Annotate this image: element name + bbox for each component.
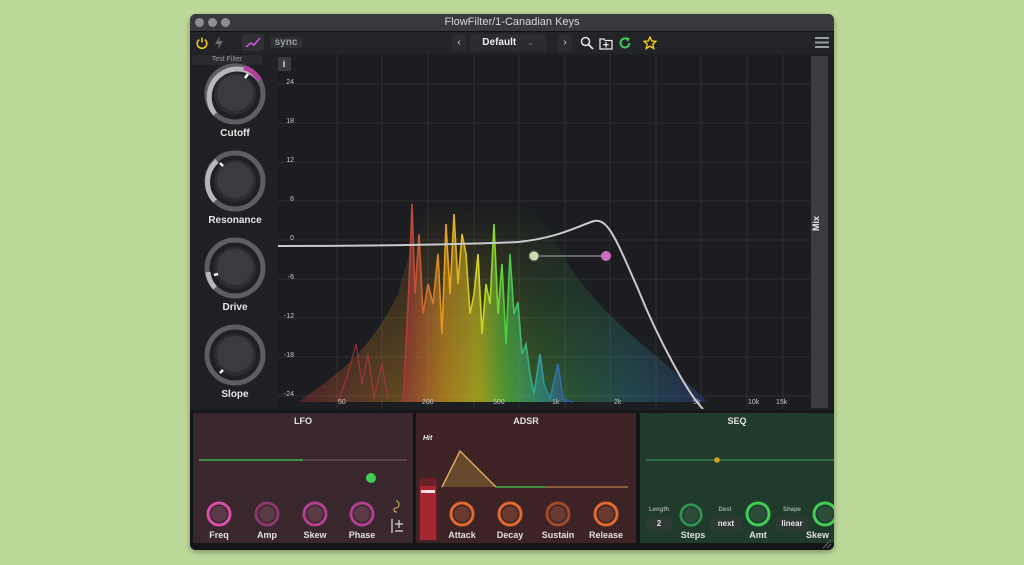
- freq-label: 50: [338, 399, 346, 406]
- sync-label: sync: [269, 37, 303, 48]
- toolbar: sync ‹ Default ⌄ ›: [190, 32, 834, 54]
- db-label: 12: [286, 157, 294, 164]
- length-value[interactable]: 2: [646, 517, 672, 531]
- lfo-options-icon[interactable]: [391, 499, 405, 535]
- freq-label: 500: [493, 399, 505, 406]
- length-label: Length: [649, 507, 669, 513]
- seq-title: SEQ: [727, 416, 747, 426]
- seq-skew-knob[interactable]: [811, 500, 834, 528]
- adsr-level-meter[interactable]: [419, 478, 437, 540]
- info-button[interactable]: i: [278, 57, 291, 71]
- filter-controls-panel: Test Filter Cutoff Resonance Drive Slope: [190, 54, 278, 409]
- sustain-knob[interactable]: [544, 500, 572, 528]
- attack-label: Attack: [448, 530, 476, 540]
- cutoff-control: Cutoff: [198, 62, 272, 142]
- steps-label: Steps: [680, 530, 706, 540]
- adsr-envelope-display[interactable]: [416, 433, 636, 503]
- dest-label: Dest: [718, 507, 732, 513]
- menu-icon[interactable]: [814, 34, 830, 51]
- window-title: FlowFilter/1-Canadian Keys: [444, 16, 580, 28]
- release-knob[interactable]: [592, 500, 620, 528]
- amt-label: Amt: [749, 530, 767, 540]
- db-label: -18: [283, 352, 294, 359]
- resonance-handle[interactable]: [601, 251, 611, 261]
- cutoff-label: Cutoff: [220, 128, 250, 139]
- lfo-display[interactable]: [193, 429, 413, 509]
- db-label: -24: [283, 391, 294, 398]
- lfo-phase-label: Phase: [348, 530, 376, 540]
- attack-knob[interactable]: [448, 500, 476, 528]
- search-icon[interactable]: [579, 34, 595, 51]
- cutoff-knob[interactable]: [203, 62, 267, 126]
- seq-display[interactable]: [640, 431, 834, 491]
- lfo-skew-knob[interactable]: [301, 500, 329, 528]
- shape-label: Shape: [782, 507, 801, 513]
- resonance-control: Resonance: [198, 149, 272, 229]
- add-preset-icon[interactable]: [598, 34, 614, 51]
- mix-label: Mix: [811, 216, 821, 232]
- db-label: 6: [290, 196, 294, 203]
- curve-icon[interactable]: [242, 34, 264, 51]
- freq-label: 2k: [614, 399, 622, 406]
- chevron-right-icon: ›: [563, 37, 567, 48]
- cutoff-handle[interactable]: [528, 250, 540, 262]
- sustain-label: Sustain: [541, 530, 575, 540]
- freq-label: 15k: [776, 399, 788, 406]
- adsr-title: ADSR: [513, 416, 539, 426]
- chevron-left-icon: ‹: [457, 37, 461, 48]
- dest-value[interactable]: next: [710, 517, 742, 531]
- db-label: 0: [290, 235, 294, 242]
- power-icon[interactable]: [194, 34, 210, 51]
- lfo-freq-knob[interactable]: [205, 500, 233, 528]
- spectrum-graph[interactable]: i 24 18 12 6 0 -6 -12 -18 -24 50 200 500…: [278, 54, 810, 409]
- lfo-freq-label: Freq: [209, 530, 229, 540]
- mix-slider[interactable]: Mix: [811, 56, 828, 408]
- title-bar: FlowFilter/1-Canadian Keys: [190, 14, 834, 32]
- next-preset-button[interactable]: ›: [558, 34, 572, 51]
- drive-control: Drive: [198, 236, 272, 316]
- sync-button[interactable]: sync: [269, 34, 303, 51]
- lfo-phase-knob[interactable]: [348, 500, 376, 528]
- decay-knob[interactable]: [496, 500, 524, 528]
- drive-knob[interactable]: [203, 236, 267, 300]
- adsr-module: ADSR Hit Attack Decay Sustain Release: [416, 413, 636, 543]
- freq-label: 1k: [552, 399, 560, 406]
- lfo-title: LFO: [294, 416, 312, 426]
- decay-label: Decay: [496, 530, 524, 540]
- refresh-icon[interactable]: [617, 34, 633, 51]
- modulation-section: LFO Freq Amp Skew Phase ADSR Hit Attack …: [190, 410, 834, 550]
- lfo-module: LFO Freq Amp Skew Phase: [193, 413, 413, 543]
- preset-selector[interactable]: Default ⌄: [470, 34, 546, 51]
- db-label: -12: [283, 313, 294, 320]
- slope-knob[interactable]: [203, 323, 267, 387]
- plugin-window: FlowFilter/1-Canadian Keys sync ‹ Defaul…: [190, 14, 834, 550]
- freq-label: 10k: [748, 399, 760, 406]
- seq-module: SEQ Length 2 Steps Dest next Amt Shape l…: [640, 413, 834, 543]
- slope-label: Slope: [221, 389, 249, 400]
- db-label: 18: [286, 118, 294, 125]
- chevron-down-icon: ⌄: [526, 38, 534, 47]
- lfo-amp-knob[interactable]: [253, 500, 281, 528]
- preset-name: Default: [482, 37, 517, 48]
- prev-preset-button[interactable]: ‹: [452, 34, 466, 51]
- lfo-skew-label: Skew: [303, 530, 327, 540]
- resonance-label: Resonance: [208, 215, 262, 226]
- freq-label: 5k: [693, 399, 701, 406]
- star-icon[interactable]: [642, 34, 658, 51]
- release-label: Release: [588, 530, 624, 540]
- lfo-amp-label: Amp: [257, 530, 277, 540]
- db-label: -6: [287, 274, 294, 281]
- resize-grip-icon[interactable]: [820, 536, 832, 549]
- shape-value[interactable]: linear: [776, 517, 808, 531]
- slope-control: Slope: [198, 323, 272, 403]
- amt-knob[interactable]: [744, 500, 772, 528]
- lightning-icon[interactable]: [212, 34, 226, 51]
- db-label: 24: [286, 79, 294, 86]
- freq-label: 200: [422, 399, 434, 406]
- drive-label: Drive: [222, 302, 248, 313]
- resonance-knob[interactable]: [203, 149, 267, 213]
- steps-knob[interactable]: [678, 502, 704, 528]
- spectrum-canvas: [278, 54, 810, 409]
